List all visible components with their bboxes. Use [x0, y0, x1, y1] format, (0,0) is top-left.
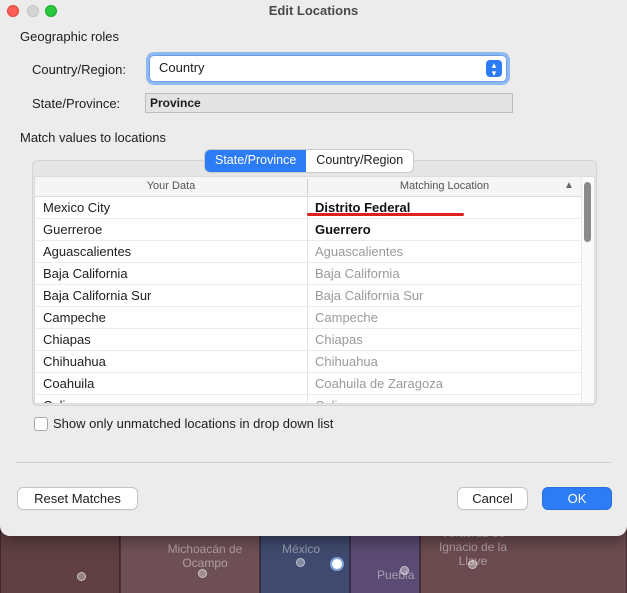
- matching-location-cell[interactable]: Chiapas: [315, 332, 363, 347]
- table-row[interactable]: Baja California Sur Baja California Sur: [35, 285, 594, 307]
- map-label-michoacan: Michoacán de Ocampo: [167, 542, 243, 570]
- location-type-segmented-control: State/Province Country/Region: [205, 150, 414, 172]
- cell-divider: [307, 285, 308, 307]
- column-header-matching-location[interactable]: Matching Location: [307, 180, 582, 192]
- map-marker: [198, 569, 207, 578]
- ok-button[interactable]: OK: [543, 488, 611, 509]
- matching-location-cell[interactable]: Guerrero: [315, 222, 371, 237]
- cell-divider: [307, 219, 308, 241]
- table-row[interactable]: Chiapas Chiapas: [35, 329, 594, 351]
- table-row[interactable]: Aguascalientes Aguascalientes: [35, 241, 594, 263]
- unmatched-only-option[interactable]: Show only unmatched locations in drop do…: [34, 416, 333, 431]
- highlight-underline: [307, 213, 464, 216]
- column-header-your-data[interactable]: Your Data: [35, 180, 307, 192]
- matching-location-cell[interactable]: Chihuahua: [315, 354, 378, 369]
- reset-matches-button[interactable]: Reset Matches: [18, 488, 137, 509]
- title-bar: Edit Locations: [0, 0, 627, 22]
- matching-location-cell[interactable]: Baja California Sur: [315, 288, 423, 303]
- your-data-cell: Campeche: [43, 310, 106, 325]
- your-data-cell: Guerreroe: [43, 222, 103, 237]
- table-row[interactable]: Campeche Campeche: [35, 307, 594, 329]
- matching-location-cell[interactable]: Campeche: [315, 310, 378, 325]
- cell-divider: [307, 395, 308, 403]
- country-region-value: Country: [159, 60, 205, 75]
- tab-country-region[interactable]: Country/Region: [306, 150, 413, 172]
- state-province-label: State/Province:: [32, 96, 121, 111]
- select-chevron-icon: ▴ ▾: [486, 60, 502, 78]
- sort-ascending-icon: ▲: [564, 180, 574, 191]
- matching-location-cell[interactable]: Aguascalientes: [315, 244, 403, 259]
- country-region-select[interactable]: Country ▴ ▾: [149, 55, 507, 82]
- your-data-cell: Chiapas: [43, 332, 91, 347]
- your-data-cell: Mexico City: [43, 200, 111, 215]
- divider: [16, 462, 611, 463]
- table-row[interactable]: Baja California Baja California: [35, 263, 594, 285]
- matching-location-cell[interactable]: Colima: [315, 398, 355, 403]
- your-data-cell: Baja California Sur: [43, 288, 152, 303]
- tab-state-province[interactable]: State/Province: [205, 150, 307, 172]
- cell-divider: [307, 329, 308, 351]
- your-data-cell: Baja California: [43, 266, 128, 281]
- scrollbar-thumb[interactable]: [584, 182, 591, 242]
- match-values-heading: Match values to locations: [20, 130, 166, 145]
- cell-divider: [307, 241, 308, 263]
- cell-divider: [307, 351, 308, 373]
- table-row[interactable]: Chihuahua Chihuahua: [35, 351, 594, 373]
- unmatched-only-checkbox[interactable]: [34, 416, 48, 431]
- state-province-field: Province: [145, 93, 513, 113]
- your-data-cell: Coahuila: [43, 376, 95, 391]
- your-data-cell: Chihuahua: [43, 354, 106, 369]
- cell-divider: [307, 307, 308, 329]
- map-marker: [296, 558, 305, 567]
- table-row[interactable]: Coahuila Coahuila de Zaragoza: [35, 373, 594, 395]
- matching-location-cell[interactable]: Coahuila de Zaragoza: [315, 376, 443, 391]
- country-region-label: Country/Region:: [32, 62, 126, 77]
- your-data-cell: Colima: [43, 398, 83, 403]
- table-header: Your Data Matching Location ▲: [35, 177, 594, 197]
- cancel-button[interactable]: Cancel: [458, 488, 527, 509]
- your-data-cell: Aguascalientes: [43, 244, 132, 259]
- matching-location-cell[interactable]: Baja California: [315, 266, 400, 281]
- cell-divider: [307, 263, 308, 285]
- cell-divider: [307, 373, 308, 395]
- map-label-mexico: México: [282, 542, 321, 556]
- map-label-puebla: Puebla: [377, 568, 415, 582]
- geographic-roles-heading: Geographic roles: [20, 29, 119, 44]
- table-row[interactable]: Colima Colima: [35, 395, 594, 403]
- edit-locations-dialog: Edit Locations Geographic roles Country/…: [0, 0, 627, 536]
- map-marker: [77, 572, 86, 581]
- location-match-table: Your Data Matching Location ▲ Mexico Cit…: [34, 176, 595, 404]
- table-row[interactable]: Guerreroe Guerrero: [35, 219, 594, 241]
- table-body: Mexico City Distrito Federal Guerreroe Guer…: [35, 197, 594, 403]
- window-title: Edit Locations: [268, 3, 359, 18]
- unmatched-only-label: Show only unmatched locations in drop do…: [53, 416, 334, 431]
- selected-map-marker: [330, 557, 344, 571]
